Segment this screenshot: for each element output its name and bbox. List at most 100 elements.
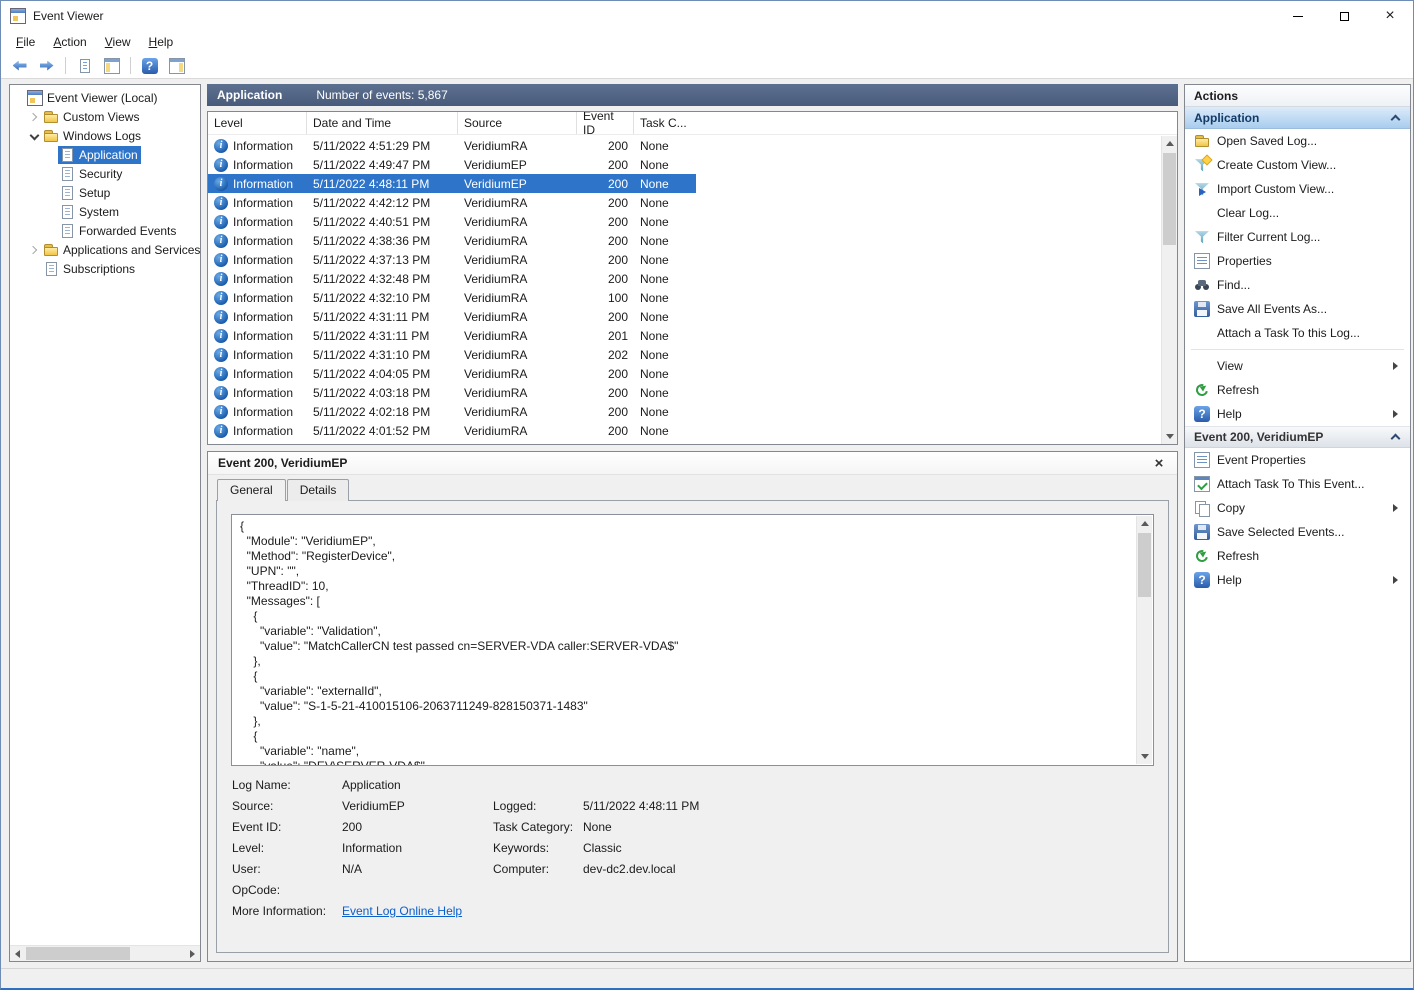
action-attach-a-task-to-this-log[interactable]: Attach a Task To this Log... bbox=[1185, 321, 1410, 345]
action-view[interactable]: View bbox=[1185, 354, 1410, 378]
forward-button[interactable] bbox=[34, 55, 59, 77]
level-label: Information bbox=[233, 139, 293, 153]
scroll-left-arrow-icon[interactable] bbox=[10, 946, 26, 961]
action-refresh[interactable]: Refresh bbox=[1185, 378, 1410, 402]
event-level-cell: Information bbox=[208, 193, 307, 212]
tree-item-custom-views[interactable]: Custom Views bbox=[10, 107, 200, 126]
action-help[interactable]: Help bbox=[1185, 568, 1410, 592]
tree-item-system[interactable]: System bbox=[10, 202, 200, 221]
event-source: VeridiumRA bbox=[458, 345, 577, 364]
tree-horizontal-scrollbar[interactable] bbox=[10, 945, 200, 961]
event-list-scrollbar[interactable] bbox=[1161, 136, 1177, 444]
tree-item-forwarded-events[interactable]: Forwarded Events bbox=[10, 221, 200, 240]
action-help[interactable]: Help bbox=[1185, 402, 1410, 426]
action-copy[interactable]: Copy bbox=[1185, 496, 1410, 520]
collapse-chevron-icon[interactable] bbox=[1391, 432, 1401, 442]
column-header-task-c[interactable]: Task C... bbox=[634, 112, 696, 134]
maximize-button[interactable] bbox=[1321, 1, 1367, 31]
event-row[interactable]: Information5/11/2022 4:32:48 PMVeridiumR… bbox=[208, 269, 696, 288]
tree-item-event-viewer-local[interactable]: Event Viewer (Local) bbox=[10, 88, 200, 107]
event-row[interactable]: Information5/11/2022 4:01:52 PMVeridiumR… bbox=[208, 421, 696, 440]
collapse-chevron-icon[interactable] bbox=[1391, 113, 1401, 123]
event-task-category: None bbox=[634, 250, 696, 269]
back-button[interactable] bbox=[7, 55, 32, 77]
tree-item-security[interactable]: Security bbox=[10, 164, 200, 183]
expander-collapsed-icon[interactable] bbox=[29, 112, 39, 122]
action-pane-button[interactable] bbox=[164, 55, 189, 77]
tree-item-application[interactable]: Application bbox=[10, 145, 200, 164]
menu-help[interactable]: Help bbox=[140, 32, 183, 52]
tree-item-label: System bbox=[79, 205, 119, 219]
tree-item-subscriptions[interactable]: Subscriptions bbox=[10, 259, 200, 278]
minimize-button[interactable] bbox=[1275, 1, 1321, 31]
event-row[interactable]: Information5/11/2022 4:04:05 PMVeridiumR… bbox=[208, 364, 696, 383]
expander-expanded-icon[interactable] bbox=[29, 131, 39, 141]
event-id: 200 bbox=[577, 174, 634, 193]
action-properties[interactable]: Properties bbox=[1185, 249, 1410, 273]
actions-section-application[interactable]: Application bbox=[1185, 107, 1410, 129]
close-button[interactable] bbox=[1367, 1, 1413, 31]
event-row[interactable]: Information5/11/2022 4:42:12 PMVeridiumR… bbox=[208, 193, 696, 212]
event-log-online-help-link[interactable]: Event Log Online Help bbox=[342, 904, 493, 919]
tab-details[interactable]: Details bbox=[287, 479, 350, 501]
tree-item-setup[interactable]: Setup bbox=[10, 183, 200, 202]
scroll-up-arrow-icon[interactable] bbox=[1137, 516, 1152, 532]
event-row[interactable]: Information5/11/2022 4:49:47 PMVeridiumE… bbox=[208, 155, 696, 174]
event-row[interactable]: Information5/11/2022 4:02:18 PMVeridiumR… bbox=[208, 402, 696, 421]
scrollbar-thumb[interactable] bbox=[1163, 153, 1176, 245]
action-import-custom-view[interactable]: Import Custom View... bbox=[1185, 177, 1410, 201]
action-create-custom-view[interactable]: Create Custom View... bbox=[1185, 153, 1410, 177]
scrollbar-thumb[interactable] bbox=[26, 947, 130, 960]
action-event-properties[interactable]: Event Properties bbox=[1185, 448, 1410, 472]
tree-item-windows-logs[interactable]: Windows Logs bbox=[10, 126, 200, 145]
action-refresh[interactable]: Refresh bbox=[1185, 544, 1410, 568]
menu-view[interactable]: View bbox=[96, 32, 140, 52]
event-row[interactable]: Information5/11/2022 4:37:13 PMVeridiumR… bbox=[208, 250, 696, 269]
field-value: 200 bbox=[342, 820, 493, 835]
event-id: 200 bbox=[577, 136, 634, 155]
event-level-cell: Information bbox=[208, 212, 307, 231]
console-tree-button[interactable] bbox=[99, 55, 124, 77]
event-row[interactable]: Information5/11/2022 4:32:10 PMVeridiumR… bbox=[208, 288, 696, 307]
scrollbar-thumb[interactable] bbox=[1138, 533, 1151, 597]
event-row[interactable]: Information5/11/2022 4:03:18 PMVeridiumR… bbox=[208, 383, 696, 402]
action-filter-current-log[interactable]: Filter Current Log... bbox=[1185, 225, 1410, 249]
help-button[interactable] bbox=[137, 55, 162, 77]
scroll-down-arrow-icon[interactable] bbox=[1137, 748, 1152, 764]
event-row[interactable]: Information5/11/2022 4:31:11 PMVeridiumR… bbox=[208, 326, 696, 345]
actions-section-event-200-veridiumep[interactable]: Event 200, VeridiumEP bbox=[1185, 426, 1410, 448]
window-controls bbox=[1275, 1, 1413, 31]
action-attach-task-to-this-event[interactable]: Attach Task To This Event... bbox=[1185, 472, 1410, 496]
event-row[interactable]: Information5/11/2022 4:51:29 PMVeridiumR… bbox=[208, 136, 696, 155]
action-find[interactable]: Find... bbox=[1185, 273, 1410, 297]
help-icon bbox=[1194, 406, 1210, 422]
scroll-down-arrow-icon[interactable] bbox=[1162, 428, 1177, 444]
info-icon bbox=[214, 424, 228, 438]
scroll-right-arrow-icon[interactable] bbox=[184, 946, 200, 961]
action-clear-log[interactable]: Clear Log... bbox=[1185, 201, 1410, 225]
event-row[interactable]: Information5/11/2022 4:40:51 PMVeridiumR… bbox=[208, 212, 696, 231]
scroll-up-arrow-icon[interactable] bbox=[1162, 136, 1177, 152]
tree-item-applications-and-services-lo[interactable]: Applications and Services Lo bbox=[10, 240, 200, 259]
field-label: OpCode: bbox=[232, 883, 342, 898]
event-row[interactable]: Information5/11/2022 4:31:11 PMVeridiumR… bbox=[208, 307, 696, 326]
column-header-date-and-time[interactable]: Date and Time bbox=[307, 112, 458, 134]
expander-collapsed-icon[interactable] bbox=[29, 245, 39, 255]
event-datetime: 5/11/2022 4:01:52 PM bbox=[307, 421, 458, 440]
action-save-all-events-as[interactable]: Save All Events As... bbox=[1185, 297, 1410, 321]
event-row[interactable]: Information5/11/2022 4:48:11 PMVeridiumE… bbox=[208, 174, 696, 193]
action-save-selected-events[interactable]: Save Selected Events... bbox=[1185, 520, 1410, 544]
description-scrollbar[interactable] bbox=[1136, 516, 1152, 764]
event-row[interactable]: Information5/11/2022 4:38:36 PMVeridiumR… bbox=[208, 231, 696, 250]
column-header-event-id[interactable]: Event ID bbox=[577, 112, 634, 134]
close-detail-icon[interactable] bbox=[1151, 456, 1167, 471]
open-saved-log-button[interactable] bbox=[72, 55, 97, 77]
column-header-source[interactable]: Source bbox=[458, 112, 577, 134]
menu-file[interactable]: File bbox=[7, 32, 44, 52]
event-detail-panel: Event 200, VeridiumEP GeneralDetails { "… bbox=[207, 451, 1178, 962]
event-row[interactable]: Information5/11/2022 4:31:10 PMVeridiumR… bbox=[208, 345, 696, 364]
tab-general[interactable]: General bbox=[217, 479, 286, 501]
menu-action[interactable]: Action bbox=[44, 32, 95, 52]
column-header-level[interactable]: Level bbox=[208, 112, 307, 134]
action-open-saved-log[interactable]: Open Saved Log... bbox=[1185, 129, 1410, 153]
